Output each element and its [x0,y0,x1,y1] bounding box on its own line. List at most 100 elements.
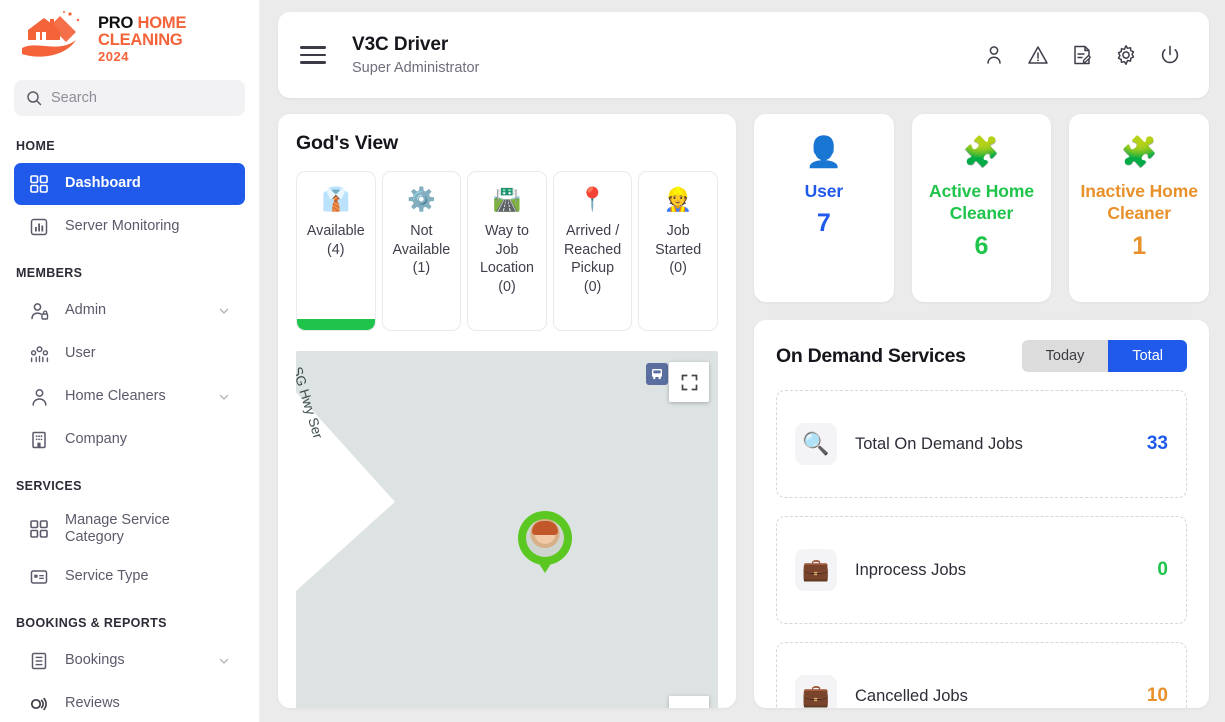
on-demand-item-value: 10 [1147,685,1168,707]
map-pin-flag-icon: 📍 [578,184,607,214]
toggle-total-button[interactable]: Total [1108,340,1187,372]
briefcase-gear-icon: 💼 [795,549,837,591]
profile-icon[interactable] [983,44,1005,66]
sidebar-item-label: Company [65,431,230,448]
chart-bar-icon [29,218,49,236]
status-text: Available [307,223,365,239]
chevron-down-icon [218,305,230,317]
status-count: (0) [584,279,601,295]
stat-card-inactive-home-cleaner[interactable]: 🧩 Inactive Home Cleaner 1 [1069,114,1209,302]
sidebar-item-label: Reviews [65,695,230,712]
header-titles: V3C Driver Super Administrator [352,34,479,76]
bus-layer-icon[interactable] [646,363,668,385]
logo-pro-text: PRO [98,14,133,32]
sidebar-item-admin[interactable]: Admin [14,290,245,332]
stat-value: 7 [817,209,831,238]
sidebar-item-label: User [65,345,230,362]
status-card-arrived-reached-pickup[interactable]: 📍 Arrived / Reached Pickup (0) [553,171,633,331]
sidebar-item-user[interactable]: User [14,333,245,375]
marker-circle [518,511,572,565]
on-demand-item-value: 33 [1147,433,1168,455]
status-card-job-started[interactable]: 👷 Job Started (0) [638,171,718,331]
status-text: Not Available [393,223,451,258]
nav-section-members: MEMBERS [0,249,259,289]
marker-tail [536,559,554,573]
on-demand-item-inprocess-jobs[interactable]: 💼 Inprocess Jobs 0 [776,516,1187,624]
stat-card-active-home-cleaner[interactable]: 🧩 Active Home Cleaner 6 [912,114,1052,302]
sidebar-item-reviews[interactable]: Reviews [14,683,245,722]
chevron-down-icon [218,391,230,403]
sidebar-item-manage-service-category[interactable]: Manage Service Category [14,503,245,555]
main-area: V3C Driver Super Administrator [260,0,1225,722]
briefcase-cancel-icon: 💼 [795,675,837,708]
header-action-icons [983,44,1181,66]
card-icon [29,568,49,586]
hamburger-menu-icon[interactable] [300,41,326,69]
status-label: Available (4) [307,222,365,259]
nav-section-bookings-reports: BOOKINGS & REPORTS [0,599,259,639]
stat-cards-row: 👤 User 7 🧩 Active Home Cleaner 6 🧩 Inact… [754,114,1209,302]
users-group-icon [29,345,49,364]
sidebar-item-server-monitoring[interactable]: Server Monitoring [14,206,245,248]
businessman-gear-icon: ⚙️ [407,184,436,214]
status-label: Not Available (1) [388,222,456,278]
sidebar-item-dashboard[interactable]: Dashboard [14,163,245,205]
stat-label: User [805,180,844,202]
status-card-available[interactable]: 👔 Available (4) [296,171,376,331]
brand-logo[interactable]: PRO HOME CLEANING 2024 [0,0,259,78]
user-avatar-icon: 👤 [805,138,842,168]
settings-gear-icon[interactable] [1115,44,1137,66]
gods-view-title: God's View [296,132,718,155]
sidebar-item-service-type[interactable]: Service Type [14,556,245,598]
on-demand-item-cancelled-jobs[interactable]: 💼 Cancelled Jobs 10 [776,642,1187,708]
on-demand-header: On Demand Services Today Total [776,340,1187,372]
zoom-in-button[interactable]: + [669,696,709,708]
status-label: Way to Job Location (0) [473,222,541,297]
driver-avatar-marker[interactable] [518,511,572,565]
on-demand-item-total-jobs[interactable]: 🔍 Total On Demand Jobs 33 [776,390,1187,498]
status-accent-bar [297,319,375,330]
list-doc-icon [29,652,49,670]
live-map[interactable]: SG Hwy Ser [296,351,718,708]
sidebar-item-label: Admin [65,302,202,319]
map-zoom-controls[interactable]: + [669,696,709,708]
page-title: V3C Driver [352,34,479,56]
warning-triangle-icon[interactable] [1027,44,1049,66]
power-icon[interactable] [1159,44,1181,66]
fullscreen-icon[interactable] [669,362,709,402]
stat-value: 6 [975,232,989,261]
stat-card-user[interactable]: 👤 User 7 [754,114,894,302]
search-input[interactable] [51,90,233,106]
logo-year-text: 2024 [98,50,245,63]
sidebar-item-label: Service Type [65,568,230,585]
businessman-icon: 👔 [321,184,350,214]
status-label: Job Started (0) [644,222,712,278]
sidebar-item-bookings[interactable]: Bookings [14,640,245,682]
dashboard-content: God's View 👔 Available (4) ⚙️ [278,114,1209,708]
avatar [526,519,564,557]
sidebar-item-label: Dashboard [65,175,230,192]
sidebar-nav: HOME Dashboard [0,116,259,722]
edit-document-icon[interactable] [1071,44,1093,66]
user-lock-icon [29,302,49,321]
status-card-way-to-job-location[interactable]: 🛣️ Way to Job Location (0) [467,171,547,331]
status-card-not-available[interactable]: ⚙️ Not Available (1) [382,171,462,331]
on-demand-item-value: 0 [1157,559,1168,581]
on-demand-item-label: Total On Demand Jobs [855,433,1135,455]
puzzle-hand-icon: 🧩 [1121,138,1158,168]
search-box[interactable] [14,80,245,116]
gods-view-status-row: 👔 Available (4) ⚙️ Not Available ( [296,171,718,331]
worker-gear-icon: 👷 [664,184,693,214]
nav-section-home: HOME [0,122,259,162]
person-icon [29,388,49,407]
right-column: 👤 User 7 🧩 Active Home Cleaner 6 🧩 Inact… [754,114,1209,708]
top-header-bar: V3C Driver Super Administrator [278,12,1209,98]
sidebar-item-company[interactable]: Company [14,419,245,461]
magnifier-job-icon: 🔍 [795,423,837,465]
status-text: Arrived / Reached Pickup [564,223,621,276]
on-demand-title: On Demand Services [776,345,966,368]
toggle-today-button[interactable]: Today [1022,340,1109,372]
sidebar-item-home-cleaners[interactable]: Home Cleaners [14,376,245,418]
megaphone-icon [29,695,49,713]
grid-icon [29,520,49,538]
